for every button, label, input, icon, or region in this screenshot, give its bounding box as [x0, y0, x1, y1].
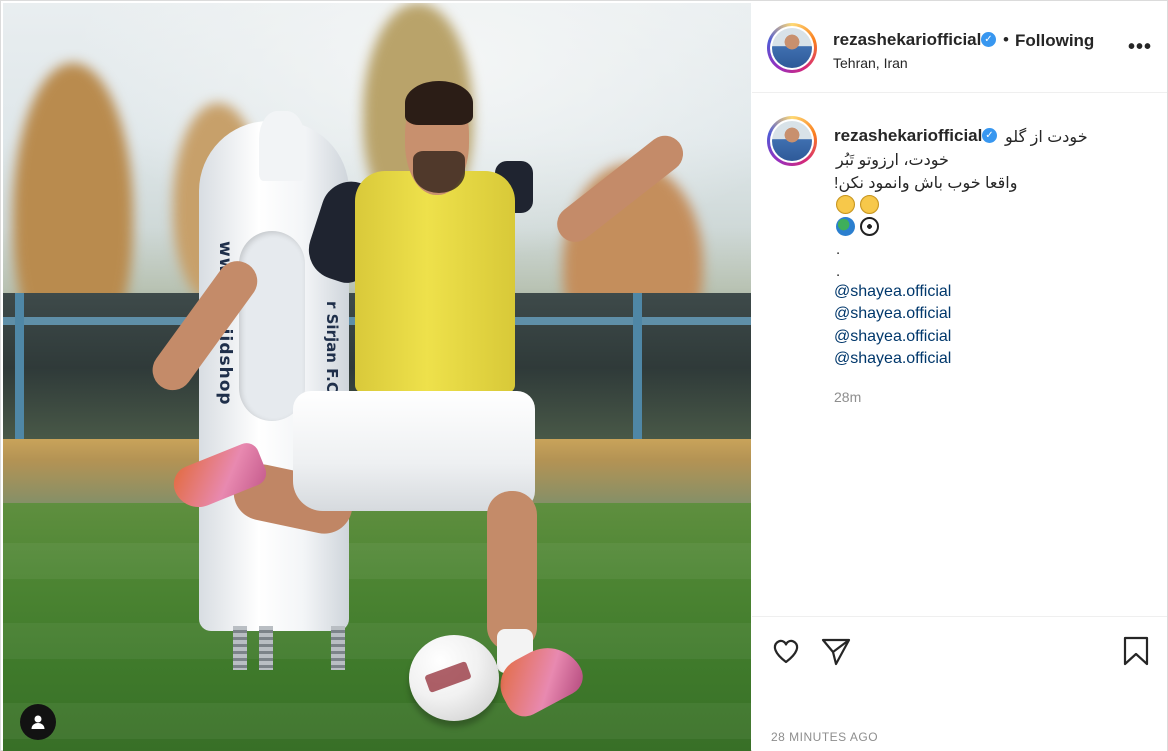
caption-dot: .: [836, 263, 841, 280]
mention-link[interactable]: @shayea.official: [834, 328, 951, 346]
caption-line: خودت، ارزوتو تَبُر: [836, 152, 949, 169]
player-arm: [144, 253, 266, 399]
player-hair: [405, 81, 473, 125]
player-arm: [549, 128, 691, 250]
instagram-post-frame: www.majidshop r Sirjan F.C.: [0, 0, 1168, 751]
avatar-image: [772, 28, 812, 68]
save-button[interactable]: [1120, 635, 1152, 667]
following-button[interactable]: Following: [1015, 31, 1094, 51]
avatar-image: [772, 121, 812, 161]
player-beard: [413, 151, 465, 193]
player-figure: [3, 3, 751, 751]
post-timestamp[interactable]: 28 MINUTES AGO: [771, 730, 878, 744]
avatar[interactable]: [767, 23, 817, 73]
caption-username[interactable]: rezashekariofficial: [834, 126, 982, 146]
caption-line: خودت از گلو: [1005, 129, 1088, 146]
globe-emoji-icon: [836, 217, 855, 236]
more-options-icon[interactable]: •••: [1128, 36, 1152, 59]
header-username[interactable]: rezashekariofficial: [833, 30, 981, 50]
mention-link[interactable]: @shayea.official: [834, 350, 951, 368]
share-icon: [821, 638, 851, 666]
bookmark-icon: [1123, 636, 1149, 666]
user-tag-button[interactable]: [20, 704, 56, 740]
verified-badge-icon: ✓: [981, 32, 996, 47]
soccer-ball-emoji-icon: [860, 217, 879, 236]
caption-relative-time[interactable]: 28m: [834, 389, 861, 405]
upside-down-face-emoji-icon: [860, 195, 879, 214]
player-leg: [487, 491, 537, 651]
caption-line: واقعا خوب باش وانمود نکن!: [834, 175, 1018, 192]
location-link[interactable]: Tehran, Iran: [833, 55, 908, 71]
separator: •: [1003, 30, 1009, 49]
player-training-bib: [355, 171, 515, 393]
verified-badge-icon: ✓: [982, 128, 997, 143]
post-side-panel: rezashekariofficial ✓ • Following Tehran…: [752, 3, 1167, 751]
mention-link[interactable]: @shayea.official: [834, 305, 951, 323]
post-header: rezashekariofficial ✓ • Following Tehran…: [752, 3, 1167, 93]
upside-down-face-emoji-icon: [836, 195, 855, 214]
caption-avatar[interactable]: [767, 116, 817, 166]
share-button[interactable]: [820, 635, 852, 667]
caption-dot: .: [836, 241, 841, 258]
mention-link[interactable]: @shayea.official: [834, 283, 951, 301]
heart-icon: [773, 639, 799, 664]
post-photo[interactable]: www.majidshop r Sirjan F.C.: [3, 3, 751, 751]
like-button[interactable]: [770, 635, 802, 667]
user-tag-icon: [31, 715, 45, 729]
post-actions: 28 MINUTES AGO: [752, 616, 1167, 751]
